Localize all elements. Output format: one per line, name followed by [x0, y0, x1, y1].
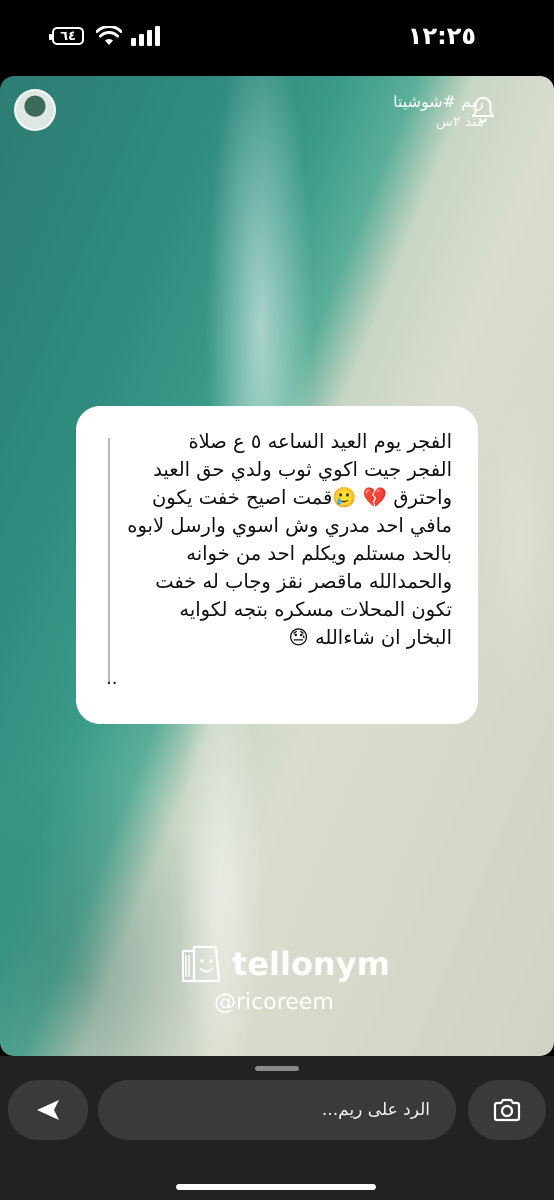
battery-level: ٦٤ [60, 28, 76, 44]
question-line: تكون المحلات مسكره بتجه لكوايه [179, 598, 452, 621]
reply-bar [0, 1056, 554, 1200]
status-bar: ٦٤ ١٢:٢٥ [0, 0, 554, 76]
reply-input[interactable] [98, 1080, 456, 1140]
question-line: الفجر جيت اكوي ثوب ولدي حق العيد [153, 458, 452, 481]
battery-icon: ٦٤ [49, 27, 84, 45]
camera-icon [493, 1098, 521, 1122]
story-post-time: منذ ٢س [435, 114, 484, 130]
question-line: مافي احد مدري وش اسوي وارسل لابوه [127, 514, 452, 537]
brand-name: tellonym [232, 945, 390, 983]
question-line: والحمدالله ماقصر نقز وجاب له خفت [155, 570, 452, 593]
question-line: واحترق 💔 🥲قمت اصيح خفت يكون [151, 486, 452, 509]
home-indicator[interactable] [176, 1184, 376, 1190]
tellonym-logo-icon [181, 945, 221, 983]
wifi-icon [96, 26, 122, 45]
question-card: الفجر يوم العيد الساعه ٥ ع صلاة الفجر جي… [76, 406, 478, 724]
story-view[interactable]: ريم #شوشيتا منذ ٢س الفجر يوم العيد الساع… [0, 76, 554, 1056]
send-arrow-icon [37, 1100, 59, 1120]
drag-handle[interactable] [255, 1066, 299, 1071]
camera-button[interactable] [468, 1080, 546, 1140]
question-line: الفجر يوم العيد الساعه ٥ ع صلاة [188, 430, 452, 453]
story-header: ريم #شوشيتا منذ ٢س [0, 76, 554, 146]
cellular-signal-icon [131, 26, 163, 46]
tellonym-brand: tellonym [180, 940, 390, 988]
story-user-name[interactable]: ريم #شوشيتا [393, 92, 484, 111]
question-line: بالحد مستلم ويكلم احد من خوانه [186, 542, 452, 565]
send-button[interactable] [8, 1080, 88, 1140]
answer-text: .. [106, 668, 118, 689]
status-time: ١٢:٢٥ [407, 22, 476, 50]
question-line: البخار ان شاءالله 😓 [288, 626, 452, 649]
question-text: الفجر يوم العيد الساعه ٥ ع صلاة الفجر جي… [114, 428, 452, 652]
avatar[interactable] [14, 89, 56, 131]
brand-handle: @ricoreem [214, 990, 334, 1015]
quote-bar [108, 438, 110, 682]
